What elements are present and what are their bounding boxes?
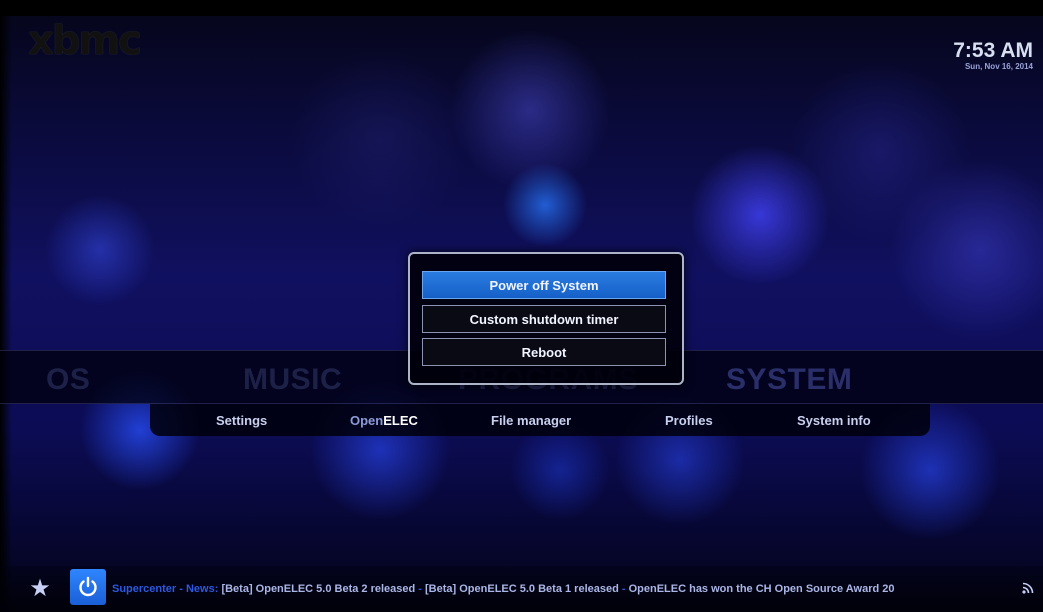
- submenu-openelec-prefix: Open: [350, 413, 384, 428]
- submenu-item-openelec[interactable]: OpenELEC: [350, 413, 418, 428]
- ticker-item: OpenELEC has won the CH Open Source Awar…: [628, 583, 895, 595]
- main-menu-item-videos[interactable]: OS: [46, 363, 90, 397]
- submenu-item-system-info[interactable]: System info: [797, 413, 871, 428]
- main-menu-item-system[interactable]: SYSTEM: [726, 363, 852, 397]
- news-ticker: Supercenter - News: [Beta] OpenELEC 5.0 …: [112, 583, 1017, 595]
- main-menu-item-music[interactable]: MUSIC: [243, 363, 342, 397]
- app-logo: xbmc: [28, 18, 142, 64]
- ticker-item: [Beta] OpenELEC 5.0 Beta 2 released: [221, 583, 416, 595]
- rss-icon: [1022, 582, 1036, 596]
- xbmc-home-screen: xbmc 7:53 AM Sun, Nov 16, 2014 OS MUSIC …: [0, 0, 1043, 612]
- custom-shutdown-timer-button[interactable]: Custom shutdown timer: [422, 305, 666, 333]
- screen-left-edge: [0, 0, 12, 612]
- submenu-item-file-manager[interactable]: File manager: [491, 413, 571, 428]
- clock-time: 7:53 AM: [953, 39, 1033, 62]
- ticker-separator: -: [618, 583, 629, 595]
- submenu-item-profiles[interactable]: Profiles: [665, 413, 713, 428]
- submenu-bar: Settings OpenELEC File manager Profiles …: [150, 404, 930, 436]
- screen-top-edge: [0, 0, 1043, 16]
- ticker-source: Supercenter - News:: [112, 583, 219, 595]
- ticker-item: [Beta] OpenELEC 5.0 Beta 1 released: [425, 583, 619, 595]
- star-icon[interactable]: ★: [26, 574, 54, 604]
- submenu-openelec-highlight: ELEC: [383, 413, 418, 428]
- power-off-system-button[interactable]: Power off System: [422, 271, 666, 299]
- reboot-button[interactable]: Reboot: [422, 338, 666, 366]
- submenu-item-settings[interactable]: Settings: [216, 413, 267, 428]
- ticker-separator: -: [415, 583, 426, 595]
- shutdown-dialog: Power off System Custom shutdown timer R…: [408, 252, 684, 385]
- clock: 7:53 AM Sun, Nov 16, 2014: [953, 39, 1033, 72]
- clock-date: Sun, Nov 16, 2014: [964, 62, 1033, 71]
- power-icon[interactable]: [70, 569, 106, 605]
